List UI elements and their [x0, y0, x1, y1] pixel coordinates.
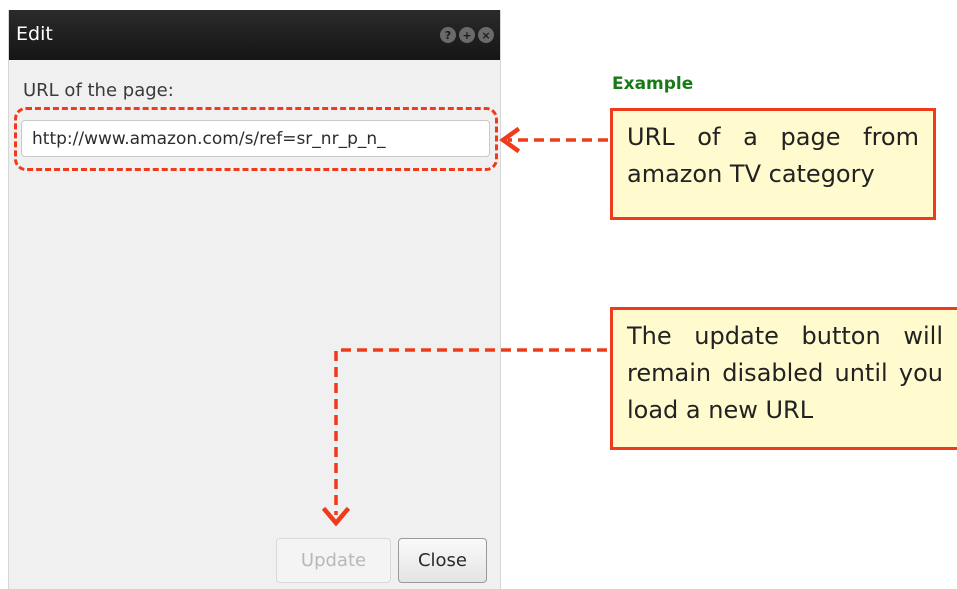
annotation-arrows: [321, 126, 608, 527]
update-arrow-line: [334, 348, 607, 515]
